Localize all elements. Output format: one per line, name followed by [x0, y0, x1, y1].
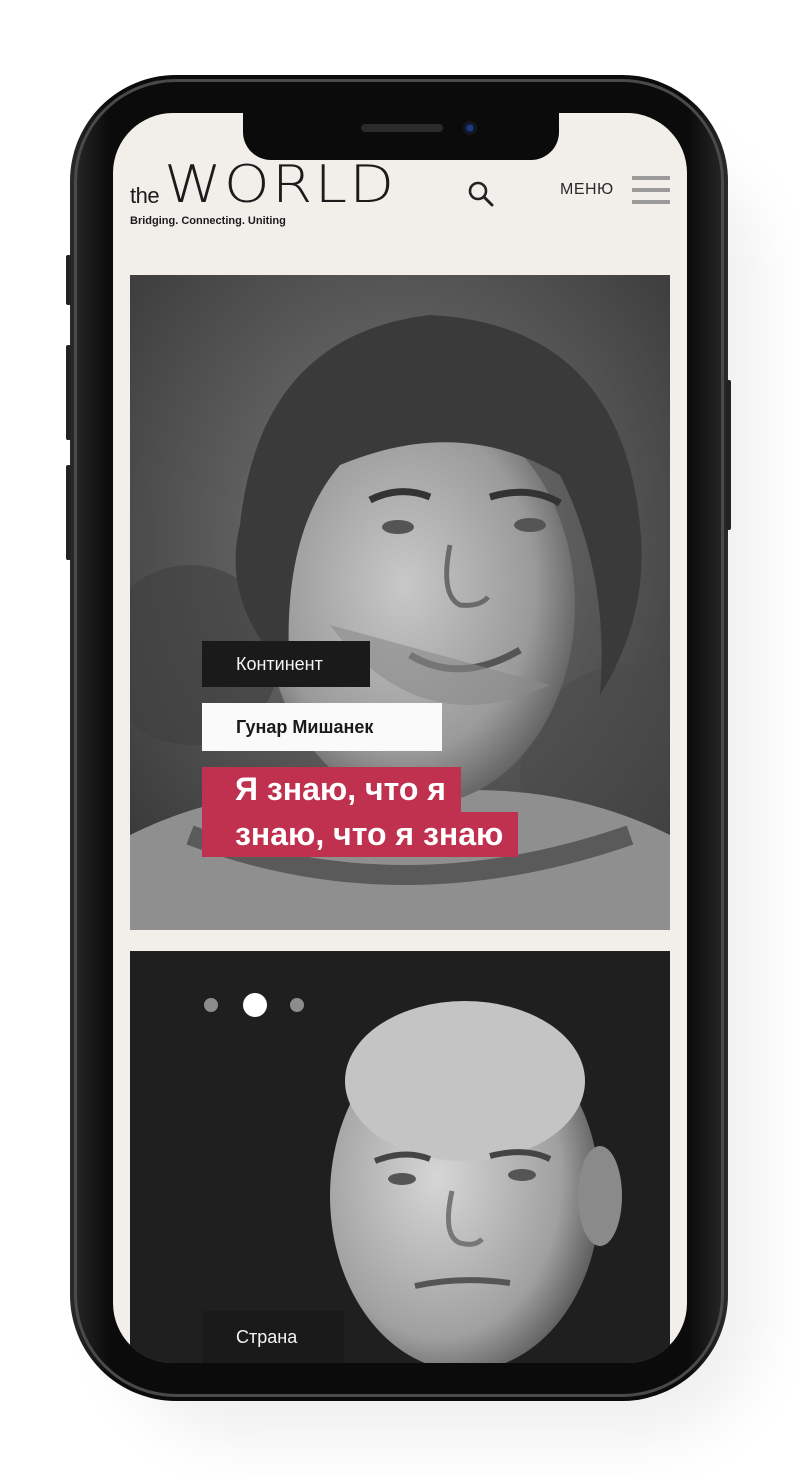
- logo-tagline: Bridging. Connecting. Uniting: [130, 215, 286, 227]
- volume-down-button: [66, 465, 71, 560]
- hamburger-icon-bar: [632, 176, 670, 180]
- carousel-dot-active[interactable]: [243, 993, 267, 1017]
- article-headline[interactable]: Я знаю, что я знаю, что я знаю: [202, 767, 519, 857]
- logo-prefix: the: [130, 183, 160, 208]
- front-camera: [463, 121, 477, 135]
- category-tag[interactable]: Страна: [202, 1311, 344, 1363]
- search-button[interactable]: [466, 179, 496, 209]
- hamburger-icon-bar: [632, 200, 670, 204]
- article-card[interactable]: Страна: [130, 951, 670, 1363]
- carousel-dot[interactable]: [290, 998, 304, 1012]
- author-tag[interactable]: Гунар Мишанек: [202, 703, 442, 751]
- hamburger-icon-bar: [632, 188, 670, 192]
- menu-button[interactable]: [632, 176, 670, 208]
- category-tag[interactable]: Континент: [202, 641, 370, 687]
- phone-screen: the WORLD Bridging. Connecting. Uniting …: [113, 113, 687, 1363]
- site-logo[interactable]: the WORLD Bridging. Connecting. Uniting: [130, 153, 394, 228]
- search-icon: [468, 181, 494, 207]
- headline-line-1: Я знаю, что я: [202, 767, 461, 812]
- logo-word: WORLD: [164, 155, 397, 215]
- headline-line-2: знаю, что я знаю: [202, 812, 519, 857]
- power-button: [726, 380, 731, 530]
- article-card[interactable]: Континент Гунар Мишанек Я знаю, что я зн…: [130, 275, 670, 930]
- speaker-grille: [361, 124, 443, 132]
- volume-up-button: [66, 345, 71, 440]
- mute-switch: [66, 255, 71, 305]
- phone-notch: [243, 113, 559, 160]
- carousel-dot[interactable]: [204, 998, 218, 1012]
- carousel-dots: [204, 993, 314, 1017]
- menu-label[interactable]: МЕНЮ: [560, 181, 614, 199]
